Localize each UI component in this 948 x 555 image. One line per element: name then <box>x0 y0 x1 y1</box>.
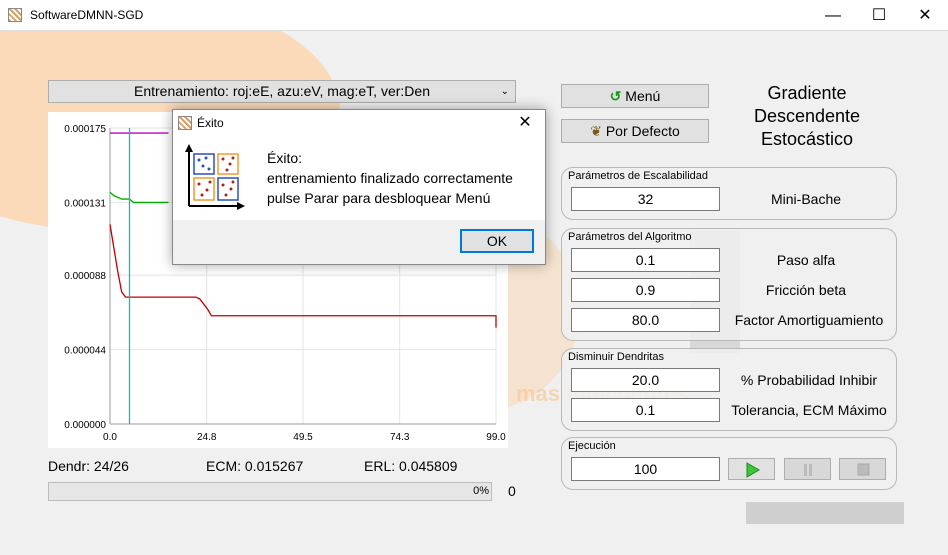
scalability-group-title: Parámetros de Escalabilidad <box>568 170 709 182</box>
mini-batch-field[interactable]: 32 <box>571 187 720 211</box>
series-line-2 <box>109 191 169 204</box>
progress-count: 0 <box>508 483 516 499</box>
dialog-message-line-3: pulse Parar para desbloquear Menú <box>267 190 491 206</box>
window-title: SoftwareDMNN-SGD <box>30 8 144 22</box>
dialog-body: Éxito: entrenamiento finalizado correcta… <box>173 136 545 220</box>
dialog-message-line-1: Éxito: <box>267 150 303 166</box>
probability-field[interactable]: 20.0 <box>571 368 720 392</box>
x-tick-label: 24.8 <box>197 432 217 443</box>
wand-icon: ❦ <box>590 123 602 139</box>
algorithm-group: Parámetros del Algoritmo 0.1 Paso alfa 0… <box>561 228 897 341</box>
menu-button-label: Menú <box>625 88 661 104</box>
default-button-label: Por Defecto <box>605 123 680 139</box>
dialog-title-bar: Éxito ✕ <box>173 110 545 136</box>
execution-group: Ejecución 100 <box>561 437 897 490</box>
damping-field[interactable]: 80.0 <box>571 308 720 332</box>
app-icon <box>8 8 22 22</box>
damping-label: Factor Amortiguamiento <box>734 312 884 328</box>
dendrites-group: Disminuir Dendritas 20.0 % Probabilidad … <box>561 348 897 431</box>
dialog-title: Éxito <box>197 116 224 130</box>
alpha-label: Paso alfa <box>776 252 836 268</box>
scalability-group: Parámetros de Escalabilidad 32 Mini-Bach… <box>561 167 897 220</box>
success-dialog: Éxito ✕ Éxito: entrenamiento finalizado … <box>172 109 546 265</box>
y-tick-label: 0.000044 <box>64 346 106 357</box>
dendrites-group-title: Disminuir Dendritas <box>568 351 664 363</box>
close-button[interactable]: ✕ <box>902 0 948 31</box>
heading-line-3: Estocástico <box>760 129 854 149</box>
y-tick-label: 0.000088 <box>64 271 106 282</box>
dialog-close-button[interactable]: ✕ <box>511 112 539 132</box>
x-tick-label: 99.0 <box>486 432 506 443</box>
chevron-down-icon: ⌄ <box>500 86 509 97</box>
alpha-field[interactable]: 0.1 <box>571 248 720 272</box>
training-combo-value: Entrenamiento: roj:eE, azu:eV, mag:eT, v… <box>134 83 430 99</box>
execution-group-title: Ejecución <box>568 440 616 452</box>
dialog-message-line-2: entrenamiento finalizado correctamente <box>267 170 513 186</box>
refresh-icon: ↺ <box>609 88 622 104</box>
training-combo[interactable]: Entrenamiento: roj:eE, azu:eV, mag:eT, v… <box>48 80 516 103</box>
tolerance-field[interactable]: 0.1 <box>571 398 720 422</box>
dendr-stat: Dendr: 24/26 <box>48 458 129 474</box>
ecm-stat: ECM: 0.015267 <box>206 458 304 474</box>
erl-stat: ERL: 0.045809 <box>364 458 458 474</box>
x-tick-label: 0.0 <box>103 432 117 443</box>
epochs-field[interactable]: 100 <box>571 457 720 481</box>
maximize-button[interactable]: ☐ <box>856 0 902 31</box>
beta-field[interactable]: 0.9 <box>571 278 720 302</box>
progress-bar: 0% <box>48 482 492 501</box>
tolerance-label: Tolerancia, ECM Máximo <box>731 402 887 418</box>
stop-icon <box>857 463 869 476</box>
stop-button[interactable] <box>839 458 886 480</box>
dialog-app-icon <box>178 116 192 130</box>
algorithm-group-title: Parámetros del Algoritmo <box>568 231 692 243</box>
y-tick-label: 0.000131 <box>64 198 106 209</box>
mini-batch-label: Mini-Bache <box>770 191 842 207</box>
minimize-button[interactable]: — <box>810 0 856 31</box>
scatter-plot-icon <box>185 144 245 210</box>
play-button[interactable] <box>728 458 775 480</box>
bottom-strip <box>746 502 904 524</box>
y-tick-label: 0.000175 <box>64 124 106 135</box>
y-tick-label: 0.000000 <box>64 420 106 431</box>
x-tick-label: 74.3 <box>390 432 410 443</box>
pause-icon <box>803 464 812 476</box>
method-heading: Gradiente Descendente Estocástico <box>727 82 887 151</box>
ok-button[interactable]: OK <box>460 229 534 253</box>
beta-label: Fricción beta <box>765 282 847 298</box>
menu-button[interactable]: ↺ Menú <box>561 84 709 108</box>
play-icon <box>746 462 760 478</box>
heading-line-1: Gradiente <box>767 83 847 103</box>
x-tick-label: 49.5 <box>293 432 313 443</box>
pause-button[interactable] <box>784 458 831 480</box>
heading-line-2: Descendente <box>753 106 861 126</box>
probability-label: % Probabilidad Inhibir <box>740 372 878 388</box>
progress-percent: 0% <box>473 485 489 497</box>
title-bar: SoftwareDMNN-SGD — ☐ ✕ <box>0 0 948 31</box>
default-button[interactable]: ❦ Por Defecto <box>561 119 709 143</box>
